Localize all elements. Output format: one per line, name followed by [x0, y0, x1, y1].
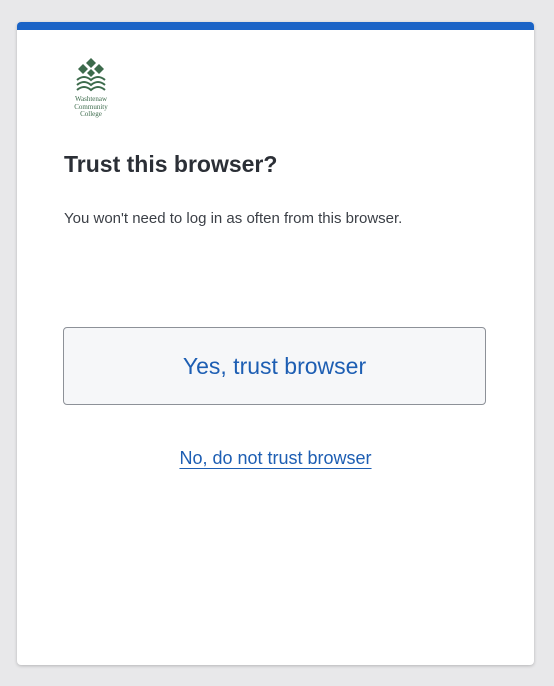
do-not-trust-link-container: No, do not trust browser [17, 448, 534, 469]
college-logo: Washtenaw Community College [63, 56, 119, 128]
trust-browser-card: Washtenaw Community College Trust this b… [17, 22, 534, 665]
college-name-text: Washtenaw Community College [63, 95, 119, 119]
do-not-trust-link[interactable]: No, do not trust browser [179, 448, 371, 468]
page-title: Trust this browser? [64, 151, 278, 177]
card-accent-bar [17, 22, 534, 30]
college-name-line-3: College [80, 110, 102, 118]
trust-browser-button[interactable]: Yes, trust browser [63, 327, 486, 405]
wcc-logo-icon [76, 58, 106, 92]
trust-description: You won't need to log in as often from t… [64, 210, 403, 227]
